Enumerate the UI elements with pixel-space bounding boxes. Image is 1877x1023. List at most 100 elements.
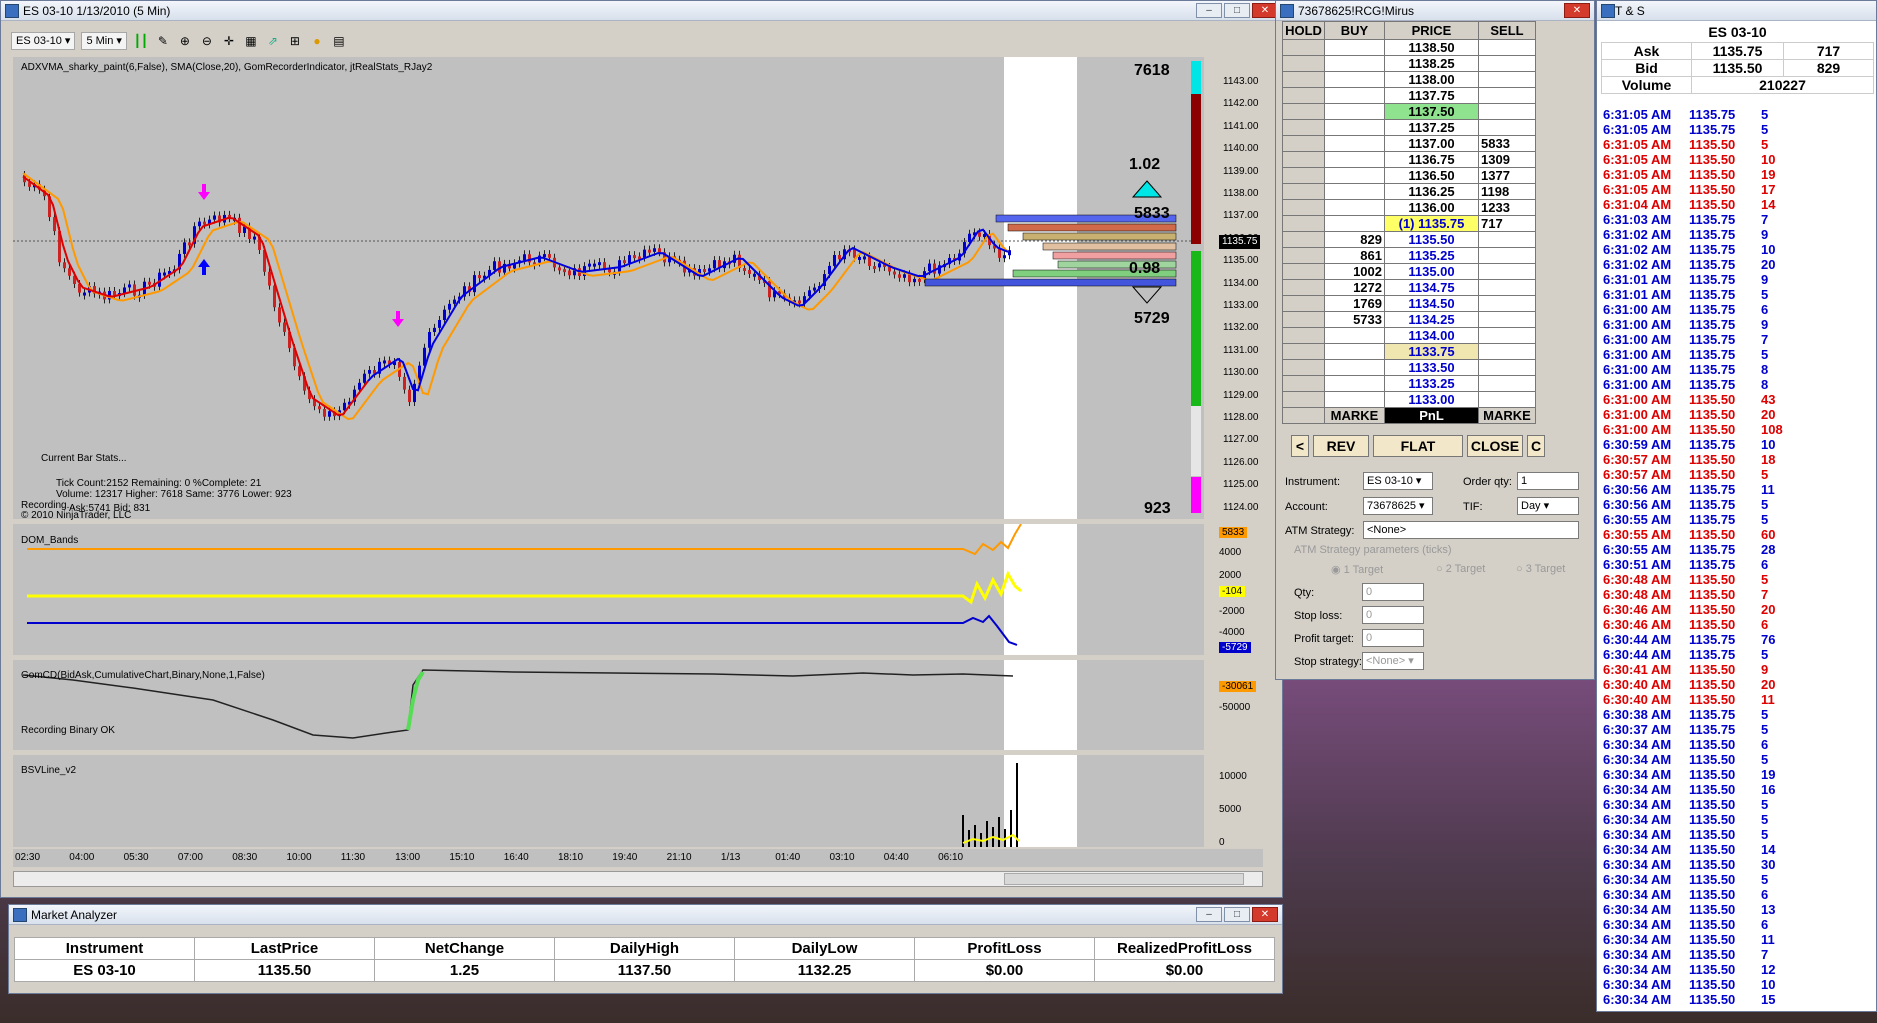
minimize-button[interactable]: – bbox=[1196, 3, 1222, 18]
sell-cell[interactable] bbox=[1478, 263, 1536, 280]
hold-cell[interactable] bbox=[1282, 391, 1325, 408]
ma-header[interactable]: DailyLow bbox=[734, 937, 915, 960]
price-cell[interactable]: 1134.00 bbox=[1384, 327, 1479, 344]
price-cell[interactable]: 1137.25 bbox=[1384, 119, 1479, 136]
hold-cell[interactable] bbox=[1282, 327, 1325, 344]
market-sell-button[interactable]: MARKE bbox=[1478, 407, 1536, 424]
market-buy-button[interactable]: MARKE bbox=[1324, 407, 1385, 424]
price-cell[interactable]: 1135.50 bbox=[1384, 231, 1479, 248]
buy-cell[interactable] bbox=[1324, 343, 1385, 360]
buy-cell[interactable] bbox=[1324, 167, 1385, 184]
hold-cell[interactable] bbox=[1282, 39, 1325, 56]
price-cell[interactable]: 1136.00 bbox=[1384, 199, 1479, 216]
crosshair-icon[interactable]: ✛ bbox=[221, 33, 237, 49]
buy-cell[interactable] bbox=[1324, 359, 1385, 376]
buy-cell[interactable]: 829 bbox=[1324, 231, 1385, 248]
hold-cell[interactable] bbox=[1282, 311, 1325, 328]
buy-cell[interactable] bbox=[1324, 215, 1385, 232]
price-cell[interactable]: 1137.00 bbox=[1384, 135, 1479, 152]
profit-target-field[interactable]: 0 bbox=[1362, 629, 1424, 647]
ma-header[interactable]: Instrument bbox=[14, 937, 195, 960]
horizontal-scrollbar[interactable] bbox=[13, 871, 1263, 887]
buy-cell[interactable]: 1769 bbox=[1324, 295, 1385, 312]
ma-header[interactable]: NetChange bbox=[374, 937, 555, 960]
sell-cell[interactable] bbox=[1478, 295, 1536, 312]
sell-cell[interactable] bbox=[1478, 343, 1536, 360]
sell-cell[interactable] bbox=[1478, 39, 1536, 56]
price-cell[interactable]: 1134.75 bbox=[1384, 279, 1479, 296]
sell-cell[interactable] bbox=[1478, 119, 1536, 136]
price-cell[interactable]: 1137.75 bbox=[1384, 87, 1479, 104]
ma-minimize-button[interactable]: – bbox=[1196, 907, 1222, 922]
buy-cell[interactable]: 5733 bbox=[1324, 311, 1385, 328]
sell-cell[interactable]: 5833 bbox=[1478, 135, 1536, 152]
tif-field[interactable]: Day ▾ bbox=[1517, 497, 1579, 515]
dom-instrument-field[interactable]: ES 03-10 ▾ bbox=[1363, 472, 1433, 490]
zoom-in-icon[interactable]: ⊕ bbox=[177, 33, 193, 49]
price-cell[interactable]: 1134.25 bbox=[1384, 311, 1479, 328]
buy-cell[interactable] bbox=[1324, 135, 1385, 152]
ma-header[interactable]: DailyHigh bbox=[554, 937, 735, 960]
sell-cell[interactable] bbox=[1478, 327, 1536, 344]
sell-cell[interactable]: 1309 bbox=[1478, 151, 1536, 168]
hold-cell[interactable] bbox=[1282, 55, 1325, 72]
sell-cell[interactable]: 1198 bbox=[1478, 183, 1536, 200]
price-cell[interactable]: (1) 1135.75 bbox=[1384, 215, 1479, 232]
ma-header[interactable]: RealizedProfitLoss bbox=[1094, 937, 1275, 960]
buy-cell[interactable] bbox=[1324, 103, 1385, 120]
c-button[interactable]: C bbox=[1527, 435, 1545, 457]
buy-cell[interactable] bbox=[1324, 183, 1385, 200]
ma-header[interactable]: ProfitLoss bbox=[914, 937, 1095, 960]
hold-cell[interactable] bbox=[1282, 119, 1325, 136]
price-cell[interactable]: 1133.75 bbox=[1384, 343, 1479, 360]
scroll-thumb[interactable] bbox=[1004, 873, 1244, 885]
hold-cell[interactable] bbox=[1282, 215, 1325, 232]
buy-cell[interactable] bbox=[1324, 151, 1385, 168]
rev-button[interactable]: REV bbox=[1313, 435, 1369, 457]
draw-pencil-icon[interactable]: ✎ bbox=[155, 33, 171, 49]
ma-header[interactable]: LastPrice bbox=[194, 937, 375, 960]
buy-cell[interactable] bbox=[1324, 71, 1385, 88]
zoom-out-icon[interactable]: ⊖ bbox=[199, 33, 215, 49]
hold-cell[interactable] bbox=[1282, 247, 1325, 264]
buy-cell[interactable] bbox=[1324, 391, 1385, 408]
sell-cell[interactable] bbox=[1478, 375, 1536, 392]
sell-cell[interactable]: 717 bbox=[1478, 215, 1536, 232]
period-dropdown[interactable]: 5 Min ▾ bbox=[81, 32, 127, 50]
price-cell[interactable]: 1136.50 bbox=[1384, 167, 1479, 184]
properties-icon[interactable]: ▦ bbox=[243, 33, 259, 49]
buy-cell[interactable] bbox=[1324, 87, 1385, 104]
sell-cell[interactable] bbox=[1478, 391, 1536, 408]
target-1-radio[interactable]: ◉ 1 Target bbox=[1331, 563, 1383, 576]
target-2-radio[interactable]: ○ 2 Target bbox=[1436, 563, 1485, 575]
stop-loss-field[interactable]: 0 bbox=[1362, 606, 1424, 624]
hold-cell[interactable] bbox=[1282, 343, 1325, 360]
hold-cell[interactable] bbox=[1282, 87, 1325, 104]
close-position-button[interactable]: CLOSE bbox=[1467, 435, 1523, 457]
bar-style-icon[interactable]: ┃┃ bbox=[133, 33, 149, 49]
hold-cell[interactable] bbox=[1282, 199, 1325, 216]
buy-cell[interactable] bbox=[1324, 375, 1385, 392]
sell-cell[interactable]: 1377 bbox=[1478, 167, 1536, 184]
price-cell[interactable]: 1138.50 bbox=[1384, 39, 1479, 56]
sell-cell[interactable] bbox=[1478, 279, 1536, 296]
order-qty-field[interactable]: 1 bbox=[1517, 472, 1579, 490]
sell-cell[interactable] bbox=[1478, 231, 1536, 248]
buy-cell[interactable] bbox=[1324, 39, 1385, 56]
ma-close-button[interactable]: ✕ bbox=[1252, 907, 1278, 922]
data-box-icon[interactable]: ● bbox=[309, 33, 325, 49]
hold-cell[interactable] bbox=[1282, 263, 1325, 280]
hold-cell[interactable] bbox=[1282, 295, 1325, 312]
sell-cell[interactable]: 1233 bbox=[1478, 199, 1536, 216]
target-3-radio[interactable]: ○ 3 Target bbox=[1516, 563, 1565, 575]
atm-field[interactable]: <None> bbox=[1363, 521, 1579, 539]
price-cell[interactable]: 1136.75 bbox=[1384, 151, 1479, 168]
buy-cell[interactable]: 1272 bbox=[1324, 279, 1385, 296]
price-cell[interactable]: 1135.25 bbox=[1384, 247, 1479, 264]
indicators-icon[interactable]: ⇗ bbox=[265, 33, 281, 49]
price-cell[interactable]: 1134.50 bbox=[1384, 295, 1479, 312]
buy-cell[interactable] bbox=[1324, 199, 1385, 216]
chart-trader-icon[interactable]: ▤ bbox=[331, 33, 347, 49]
stop-strategy-field[interactable]: <None> ▾ bbox=[1362, 652, 1424, 670]
hold-cell[interactable] bbox=[1282, 359, 1325, 376]
